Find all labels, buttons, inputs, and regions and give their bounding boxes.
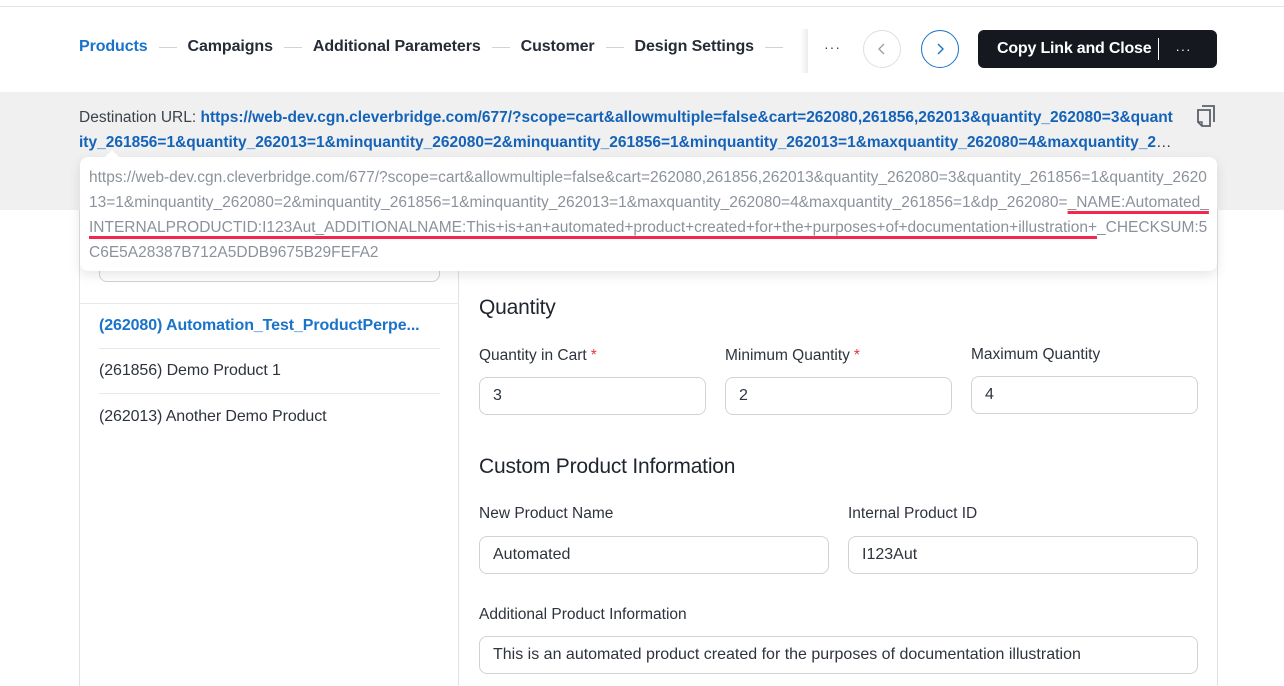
internal-product-id-input[interactable] (848, 536, 1198, 574)
step-separator (491, 46, 510, 48)
internal-product-id-label: Internal Product ID (848, 505, 978, 522)
quantity-in-cart-label: Quantity in Cart * (479, 347, 597, 365)
step-customer[interactable]: Customer (521, 38, 595, 56)
copy-link-and-close-label: Copy Link and Close (997, 40, 1152, 57)
next-step-button[interactable] (921, 30, 959, 68)
product-list-item[interactable]: (262013) Another Demo Product (99, 394, 440, 439)
step-separator (764, 46, 783, 48)
step-products[interactable]: Products (79, 38, 148, 56)
quantity-in-cart-input[interactable] (479, 377, 706, 415)
tooltip-url-start: https://web-dev.cgn.cleverbridge.com/677… (89, 169, 1207, 211)
more-steps-button[interactable]: ··· (824, 39, 841, 55)
steps-overflow-fade (800, 29, 808, 73)
step-separator (158, 46, 177, 48)
url-tooltip: https://web-dev.cgn.cleverbridge.com/677… (80, 150, 1217, 271)
product-list-panel: (262080) Automation_Test_ProductPerpe...… (80, 210, 459, 686)
product-list-item[interactable]: (262080) Automation_Test_ProductPerpe... (99, 304, 440, 349)
step-campaigns[interactable]: Campaigns (188, 38, 273, 56)
destination-url: Destination URL: https://web-dev.cgn.cle… (79, 105, 1174, 155)
tooltip-url-text: https://web-dev.cgn.cleverbridge.com/677… (89, 165, 1209, 265)
chevron-right-icon (937, 43, 944, 55)
required-marker: * (853, 347, 860, 364)
copy-icon[interactable] (1196, 104, 1218, 130)
product-list-item[interactable]: (261856) Demo Product 1 (99, 349, 440, 394)
destination-url-link[interactable]: https://web-dev.cgn.cleverbridge.com/677… (79, 109, 1173, 155)
button-divider (1158, 38, 1160, 60)
wizard-steps: Products Campaigns Additional Parameters… (79, 35, 807, 59)
additional-product-info-label: Additional Product Information (479, 606, 687, 623)
minimum-quantity-label: Minimum Quantity * (725, 347, 860, 365)
step-design-settings[interactable]: Design Settings (635, 38, 755, 56)
quantity-in-cart-label-text: Quantity in Cart (479, 347, 587, 364)
new-product-name-input[interactable] (479, 536, 829, 574)
required-marker: * (590, 347, 597, 364)
step-additional-parameters[interactable]: Additional Parameters (313, 38, 481, 56)
new-product-name-label: New Product Name (479, 505, 614, 522)
tooltip-arrow (104, 150, 120, 158)
product-detail-panel: Quantity Quantity in Cart* Minimum Quant… (460, 210, 1218, 686)
previous-step-button[interactable] (863, 30, 901, 68)
custom-product-info-title: Custom Product Information (479, 455, 736, 478)
wizard-header: Products Campaigns Additional Parameters… (0, 7, 1284, 92)
copy-link-and-close-button[interactable]: Copy Link and Close ··· (978, 30, 1217, 68)
maximum-quantity-input[interactable] (971, 376, 1198, 414)
step-separator (283, 46, 302, 48)
additional-product-info-input[interactable] (479, 636, 1198, 674)
maximum-quantity-label: Maximum Quantity (971, 346, 1101, 363)
destination-url-label: Destination URL: (79, 109, 201, 126)
chevron-left-icon (878, 43, 885, 55)
more-options-button[interactable]: ··· (1175, 42, 1191, 57)
quantity-section-title: Quantity (479, 296, 556, 319)
step-separator (605, 46, 624, 48)
products-card: (262080) Automation_Test_ProductPerpe...… (79, 210, 1218, 686)
minimum-quantity-label-text: Minimum Quantity (725, 347, 850, 364)
minimum-quantity-input[interactable] (725, 377, 952, 415)
product-list: (262080) Automation_Test_ProductPerpe...… (99, 304, 440, 439)
